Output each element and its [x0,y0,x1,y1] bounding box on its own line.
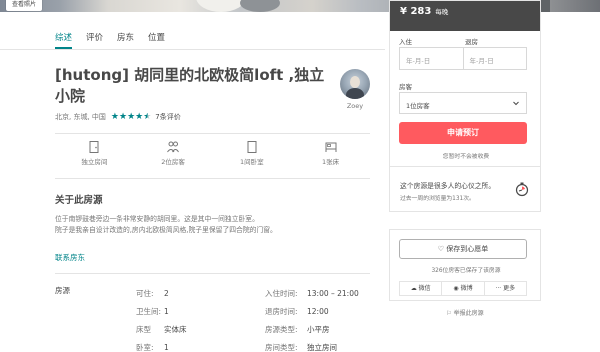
saved-count-note: 326位房客已保存了该房源 [431,268,501,274]
spec-row: 入住时间: 13:00 – 21:00 [265,289,359,298]
tab-location[interactable]: 位置 [148,31,165,49]
flag-icon: ⚐ [446,310,452,317]
spec-row: 房间类型: 独立房间 [265,343,337,352]
spec-row: 可住: 2 [136,289,169,298]
no-charge-note: 您暂时不会被收费 [442,154,490,160]
guests-select[interactable]: 1位房客 [399,92,527,114]
amenity-guests: 2位房客 [134,140,213,166]
amenity-private-room: 独立房间 [55,140,134,166]
tab-host[interactable]: 房东 [117,31,134,49]
amenity-bedroom: 1间卧室 [213,140,292,166]
spec-row: 卧室: 1 [136,343,169,352]
tab-overview[interactable]: 综述 [55,31,73,49]
spec-row: 卫生间: 1 [136,307,169,316]
specs-heading: 房源 [55,286,70,295]
checkout-label: 退房 [465,38,478,46]
wishlist-panel: ♡ 保存到心愿单 326位房客已保存了该房源 ☁ 微信 ◉ 微博 ··· 更多 [389,229,541,301]
listing-location: 北京, 东城, 中国 [55,113,106,121]
weibo-icon: ◉ [453,285,459,292]
bed-icon [325,142,337,152]
report-listing-link[interactable]: ⚐ 举报此房源 [389,308,541,317]
heart-icon: ♡ [437,245,445,253]
save-to-wishlist-button[interactable]: ♡ 保存到心愿单 [399,239,527,259]
spec-row: 退房时间: 12:00 [265,307,329,316]
chevron-down-icon [513,101,519,106]
amenities-row: 独立房间 2位房客 1间卧室 1张床 [55,140,370,166]
nightly-price: ¥ 283 [400,6,432,17]
share-weibo-button[interactable]: ◉ 微博 [441,282,483,295]
share-row: ☁ 微信 ◉ 微博 ··· 更多 [399,281,527,296]
section-tabs: 综述 评价 房东 位置 [55,31,179,49]
specs-column-1: 可住: 2 卫生间: 1 床型 实体床 卧室: 1 [136,285,187,352]
request-to-book-button[interactable]: 申请预订 [399,122,527,144]
specs-column-2: 入住时间: 13:00 – 21:00 退房时间: 12:00 房源类型: 小平房 房… [265,285,359,352]
host-avatar[interactable] [340,69,370,99]
guests-icon [167,141,180,153]
contact-host-link[interactable]: 联系房东 [55,252,85,263]
popularity-notice: 这个房源是很多人的心仪之所。 过去一周的浏览量为131次。 [389,166,541,212]
host-name[interactable]: Zoey [340,102,370,110]
per-night-label: 每晚 [435,8,449,16]
checkin-label: 入住 [399,38,412,46]
guests-label: 房客 [399,83,412,91]
tab-reviews[interactable]: 评价 [86,31,103,49]
checkin-date-input[interactable]: 年-月-日 [400,48,463,69]
about-description: 位于南锣鼓巷旁边一条非常安静的胡同里。这是其中一间独立卧室。 院子是我亲自设计改… [55,215,277,234]
door-icon [89,141,99,153]
bedroom-icon [247,141,257,153]
wechat-icon: ☁ [410,285,417,292]
star-icon: ★ [110,111,119,122]
tabs-divider [0,49,385,50]
view-photos-button[interactable]: 查看照片 [6,0,43,11]
half-star-icon: ★ [143,111,152,122]
more-icon: ··· [495,285,502,292]
date-range-picker: 年-月-日 年-月-日 [399,47,527,70]
star-icon: ★ [118,111,128,122]
about-heading: 关于此房源 [55,195,103,206]
star-icon: ★ [135,111,144,122]
review-count-link[interactable]: 7条评价 [155,112,180,122]
spec-row: 床型 实体床 [136,325,187,334]
divider [55,178,370,179]
share-wechat-button[interactable]: ☁ 微信 [400,282,441,295]
rating-stars[interactable]: ★ ★ ★ ★ ★ [110,111,152,122]
location-rating-row: 北京, 东城, 中国 ★ ★ ★ ★ ★ 7条评价 [55,112,181,122]
popularity-subtitle: 过去一周的浏览量为131次。 [400,196,475,202]
amenity-bed: 1张床 [291,140,370,166]
share-more-button[interactable]: ··· 更多 [483,282,526,295]
listing-title: [hutong] 胡同里的北欧极简loft ,独立小院 [55,66,325,105]
spec-row: 房源类型: 小平房 [265,325,330,334]
price-bar: ¥ 283 每晚 [390,1,540,31]
stopwatch-icon [515,182,529,197]
host-profile[interactable]: Zoey [340,69,370,110]
star-icon: ★ [127,111,136,122]
divider [55,273,370,274]
divider [55,133,370,134]
popularity-title: 这个房源是很多人的心仪之所。 [400,182,496,190]
checkout-date-input[interactable]: 年-月-日 [462,48,527,69]
